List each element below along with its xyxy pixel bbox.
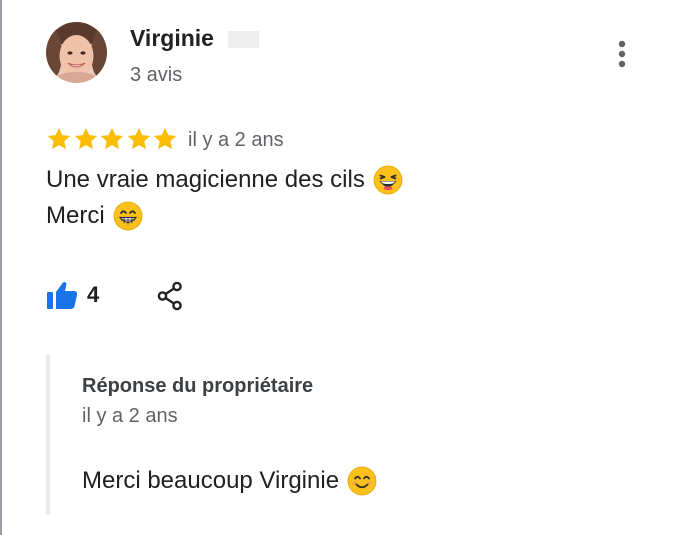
star-icon (153, 127, 177, 149)
owner-reply-date: il y a 2 ans (82, 405, 178, 427)
review-text-line-2: Merci (46, 202, 105, 229)
review-date: il y a 2 ans (188, 129, 284, 151)
review-text: Une vraie magicienne des cils Merci (46, 162, 403, 234)
owner-reply-text: Merci beaucoup Virginie (82, 463, 377, 499)
star-icon (100, 127, 124, 149)
owner-reply-text-content: Merci beaucoup Virginie (82, 467, 340, 494)
reviewer-review-count[interactable]: 3 avis (130, 63, 182, 87)
name-redaction (228, 31, 259, 48)
review-text-line: Merci (46, 198, 403, 234)
star-icon (47, 127, 71, 149)
left-edge-divider (0, 0, 2, 535)
smiling-face-emoji (347, 466, 377, 496)
beaming-face-emoji (113, 201, 143, 231)
share-button[interactable] (154, 280, 186, 312)
thumb-up-icon (47, 282, 78, 309)
grinning-squinting-face-emoji (373, 165, 403, 195)
like-button[interactable]: 4 (46, 278, 99, 312)
more-vert-icon (618, 40, 626, 68)
owner-reply: Réponse du propriétaire il y a 2 ans Mer… (46, 355, 650, 515)
star-icon (127, 127, 150, 149)
review-text-line: Une vraie magicienne des cils (46, 162, 403, 198)
star-icon (74, 127, 97, 149)
review-text-line-1: Une vraie magicienne des cils (46, 166, 365, 193)
avatar[interactable] (46, 22, 107, 83)
reviewer-name[interactable]: Virginie (130, 24, 214, 52)
owner-reply-title: Réponse du propriétaire (82, 375, 314, 397)
share-icon (157, 281, 182, 311)
like-count: 4 (87, 282, 100, 307)
rating-stars (46, 124, 179, 154)
more-options-button[interactable] (606, 36, 638, 72)
